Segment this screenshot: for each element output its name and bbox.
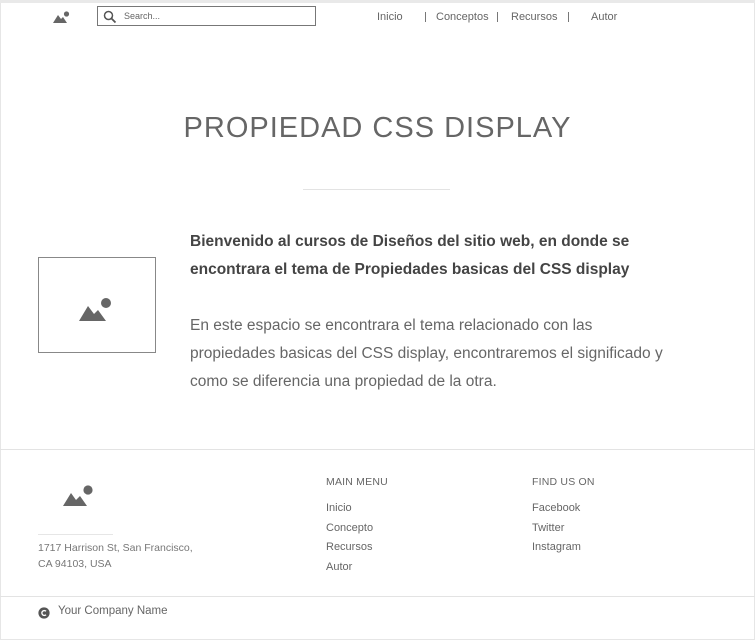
address-line-2: CA 94103, USA (38, 558, 112, 570)
footer-link-recursos[interactable]: Recursos (326, 539, 373, 559)
footer-logo-icon[interactable] (62, 484, 94, 508)
nav-separator (568, 12, 569, 22)
footer-link-instagram[interactable]: Instagram (532, 539, 581, 559)
nav-separator (425, 12, 426, 22)
company-name: Your Company Name (58, 605, 168, 617)
main-menu-heading: MAIN MENU (326, 476, 388, 488)
nav-separator (497, 12, 498, 22)
nav-item-conceptos[interactable]: Conceptos (436, 11, 489, 23)
search-box[interactable] (97, 6, 316, 26)
image-placeholder-icon (79, 298, 111, 321)
intro-text: En este espacio se encontrara el tema re… (190, 317, 663, 390)
footer-link-twitter[interactable]: Twitter (532, 520, 581, 540)
nav-item-autor[interactable]: Autor (591, 11, 617, 23)
copyright-divider (0, 596, 755, 597)
copyright-icon (38, 607, 50, 619)
intro-heading: Bienvenido al cursos de Diseños del siti… (190, 233, 630, 278)
find-us-heading: FIND US ON (532, 476, 595, 488)
address-divider (38, 534, 113, 535)
footer-link-concepto[interactable]: Concepto (326, 520, 373, 540)
find-us-list: Facebook Twitter Instagram (532, 500, 581, 559)
nav-item-inicio[interactable]: Inicio (377, 11, 403, 23)
footer-link-facebook[interactable]: Facebook (532, 500, 581, 520)
logo-icon[interactable] (52, 10, 70, 24)
image-placeholder (38, 257, 156, 353)
footer-divider (0, 449, 755, 450)
nav-item-recursos[interactable]: Recursos (511, 11, 557, 23)
title-divider (303, 189, 450, 190)
address-line-1: 1717 Harrison St, San Francisco, (38, 542, 193, 554)
search-icon[interactable] (103, 10, 117, 24)
footer-link-autor[interactable]: Autor (326, 559, 373, 579)
footer-address: 1717 Harrison St, San Francisco, CA 9410… (38, 540, 193, 572)
search-input[interactable] (124, 8, 309, 24)
footer-link-inicio[interactable]: Inicio (326, 500, 373, 520)
page-title: PROPIEDAD CSS DISPLAY (183, 112, 572, 144)
main-menu-list: Inicio Concepto Recursos Autor (326, 500, 373, 579)
top-border (0, 0, 755, 3)
